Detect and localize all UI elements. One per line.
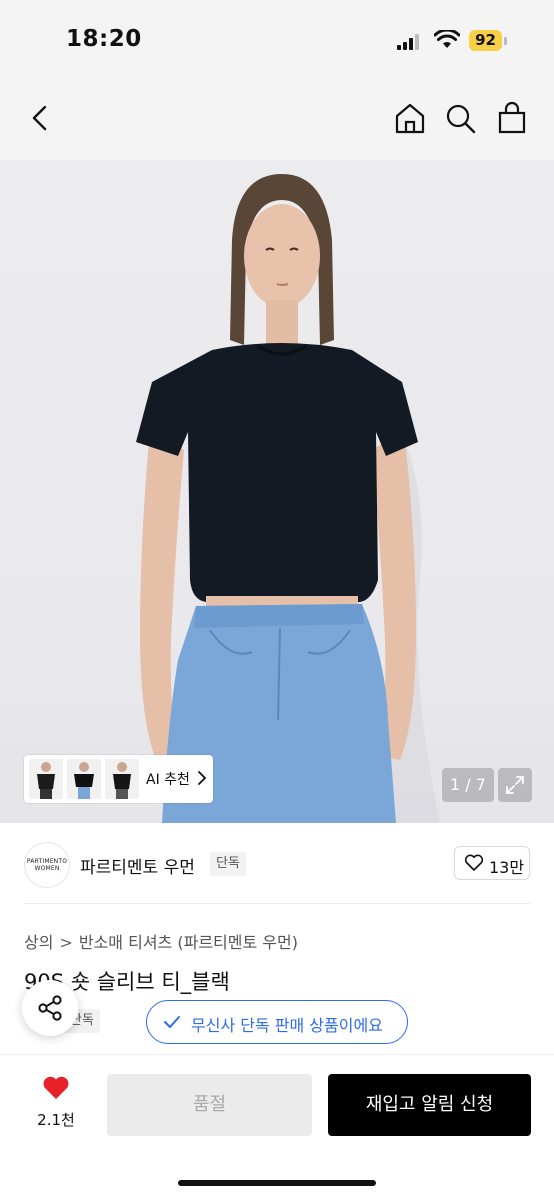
heart-outline-icon xyxy=(464,854,484,871)
thumbnail-1[interactable] xyxy=(29,759,63,799)
chevron-right-icon: > xyxy=(59,933,73,952)
status-bar: 18:20 92 xyxy=(0,0,554,80)
home-button[interactable] xyxy=(390,98,430,138)
brand-logo-text: PARTIMENTO WOMEN xyxy=(26,858,68,872)
breadcrumb-category[interactable]: 상의 xyxy=(24,933,53,952)
product-like-button[interactable]: 2.1천 xyxy=(30,1075,82,1135)
brand-logo[interactable]: PARTIMENTO WOMEN xyxy=(24,842,70,888)
thumbnail-3[interactable] xyxy=(105,759,139,799)
battery-indicator: 92 xyxy=(469,30,507,52)
checkmark-icon xyxy=(164,1016,180,1028)
breadcrumb: 상의 > 반소매 티셔츠 (파르티멘토 우먼) xyxy=(24,929,298,953)
product-image[interactable]: AI 추천 1 / 7 xyxy=(0,160,554,823)
search-button[interactable] xyxy=(440,98,480,138)
product-like-count: 2.1천 xyxy=(37,1111,75,1129)
exclusive-notice-pill[interactable]: 무신사 단독 판매 상품이에요 xyxy=(146,1000,408,1044)
exclusive-notice-text: 무신사 단독 판매 상품이에요 xyxy=(191,1016,383,1035)
share-icon xyxy=(38,995,62,1021)
expand-button[interactable] xyxy=(498,768,532,802)
chevron-left-icon xyxy=(32,105,47,131)
home-icon xyxy=(395,103,425,134)
image-counter: 1 / 7 xyxy=(442,768,494,802)
section-divider xyxy=(24,903,530,904)
heart-filled-icon xyxy=(43,1076,69,1099)
soldout-button[interactable]: 품절 xyxy=(107,1074,312,1136)
brand-like-count: 13만 xyxy=(489,858,525,877)
thumbnail-2[interactable] xyxy=(67,759,101,799)
bottom-action-bar: 2.1천 품절 재입고 알림 신청 xyxy=(0,1054,554,1201)
share-button[interactable] xyxy=(22,980,78,1036)
model-photo xyxy=(136,174,440,823)
wifi-icon xyxy=(434,30,460,48)
restock-alert-button[interactable]: 재입고 알림 신청 xyxy=(328,1074,531,1136)
cart-button[interactable] xyxy=(492,98,532,138)
signal-icon xyxy=(397,34,419,50)
shopping-bag-icon xyxy=(498,101,526,134)
status-time: 18:20 xyxy=(66,26,142,52)
search-icon xyxy=(446,104,476,134)
chevron-right-icon xyxy=(198,771,207,785)
breadcrumb-subcategory[interactable]: 반소매 티셔츠 (파르티멘토 우먼) xyxy=(79,933,298,952)
ai-recommend-label: AI 추천 xyxy=(146,772,190,788)
top-nav-bar xyxy=(0,80,554,160)
brand-exclusive-badge: 단독 xyxy=(210,852,246,876)
ai-recommend-strip[interactable]: AI 추천 xyxy=(24,755,213,803)
back-button[interactable] xyxy=(20,98,60,138)
brand-name[interactable]: 파르티멘토 우먼 xyxy=(80,853,195,878)
brand-like-button[interactable]: 13만 xyxy=(454,846,530,880)
home-indicator xyxy=(178,1180,376,1186)
battery-level: 92 xyxy=(475,31,496,49)
expand-icon xyxy=(506,776,524,794)
